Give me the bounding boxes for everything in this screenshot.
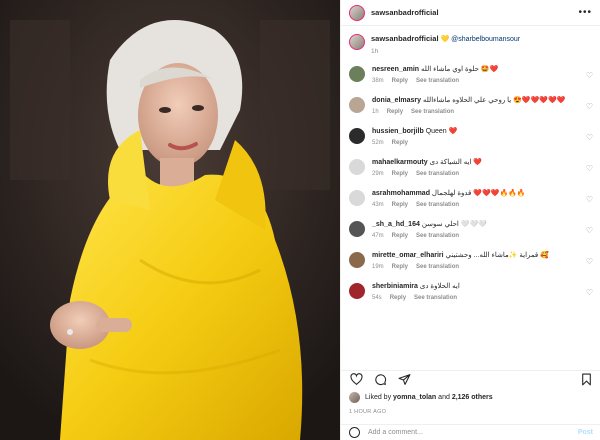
caption-mention[interactable]: @sharbelboumansour (451, 36, 520, 43)
see-translation-link[interactable]: See translation (416, 171, 459, 177)
reply-button[interactable]: Reply (387, 109, 403, 115)
commenter-avatar[interactable] (349, 221, 365, 237)
more-icon[interactable]: ••• (578, 7, 592, 18)
comment-heart-icon[interactable]: ♡ (583, 102, 593, 124)
post-side-panel: sawsanbadrofficial ••• sawsanbadrofficia… (340, 0, 600, 440)
comment-time: 29m (372, 171, 384, 177)
comment-text: Queen ❤️ (425, 128, 458, 135)
list-item: sherbiniamira ايه الحلاوة دى 54s Reply See… (341, 279, 600, 310)
comment-username[interactable]: hussien_borjilb (372, 128, 424, 135)
comment-heart-icon[interactable]: ♡ (583, 71, 593, 93)
emoji-icon[interactable] (349, 427, 360, 438)
list-item: donia_elmasry يا روحي علي الحلاوه ماشاءا… (341, 93, 600, 124)
reply-button[interactable]: Reply (392, 140, 408, 146)
comment-username[interactable]: mirette_omar_elhariri (372, 252, 444, 259)
heart-icon[interactable] (349, 373, 363, 387)
see-translation-link[interactable]: See translation (416, 264, 459, 270)
commenter-avatar[interactable] (349, 283, 365, 299)
comment-time: 1h (372, 109, 379, 115)
reply-button[interactable]: Reply (392, 202, 408, 208)
reply-button[interactable]: Reply (390, 295, 406, 301)
comment-heart-icon[interactable]: ♡ (583, 257, 593, 279)
see-translation-link[interactable]: See translation (414, 295, 457, 301)
comment-username[interactable]: donia_elmasry (372, 97, 421, 104)
add-comment-bar: Add a comment... Post (341, 424, 600, 440)
reply-button[interactable]: Reply (392, 78, 408, 84)
comment-username[interactable]: sherbiniamira (372, 283, 418, 290)
liker-username[interactable]: yomna_tolan (393, 394, 436, 401)
commenter-avatar[interactable] (349, 252, 365, 268)
author-avatar[interactable] (349, 4, 365, 21)
list-item: mahaelkarmouty ايه الشياكة دى ❤️ 29m Repl… (341, 155, 600, 186)
liker-avatar[interactable] (349, 392, 360, 403)
comment-icon[interactable] (373, 373, 387, 387)
comment-username[interactable]: mahaelkarmouty (372, 159, 428, 166)
reply-button[interactable]: Reply (392, 264, 408, 270)
comment-text: ايه الشياكة دى ❤️ (429, 159, 483, 166)
list-item: hussien_borjilb Queen ❤️ 52m Reply ♡ (341, 124, 600, 155)
comment-text: يا روحي علي الحلاوه ماشاءالله 😍❤️❤️❤️❤️❤… (422, 97, 566, 104)
see-translation-link[interactable]: See translation (416, 202, 459, 208)
list-item: nesreen_amin حلوة اوي ماشاء الله 🤩❤️ 38m… (341, 62, 600, 93)
comment-username[interactable]: nesreen_amin (372, 66, 419, 73)
list-item: asrahmohammad قدوة لهلجمال ❤️❤️❤️🔥🔥🔥 43m… (341, 186, 600, 217)
comment-heart-icon[interactable]: ♡ (583, 164, 593, 186)
comment-input[interactable]: Add a comment... (368, 429, 423, 436)
comment-text: احلي سوسن 🤍🤍🤍 (421, 221, 487, 228)
comment-list[interactable]: nesreen_amin حلوة اوي ماشاء الله 🤩❤️ 38m… (341, 62, 600, 364)
see-translation-link[interactable]: See translation (416, 78, 459, 84)
comment-heart-icon[interactable]: ♡ (583, 195, 593, 217)
comment-time: 52m (372, 140, 384, 146)
comment-time: 38m (372, 78, 384, 84)
post-photo[interactable] (0, 0, 340, 440)
comment-heart-icon[interactable]: ♡ (583, 226, 593, 248)
action-bar (341, 370, 600, 388)
caption: sawsanbadrofficial 💛 @sharbelboumansour … (341, 26, 600, 59)
likes-summary: Liked by yomna_tolan and 2,126 others (349, 392, 493, 403)
comment-time: 54s (372, 295, 382, 301)
caption-username[interactable]: sawsanbadrofficial (371, 34, 439, 43)
bookmark-icon[interactable] (579, 373, 593, 387)
likes-others[interactable]: 2,126 others (452, 394, 493, 401)
comment-username[interactable]: _sh_a_hd_164 (372, 221, 420, 228)
comment-heart-icon[interactable]: ♡ (583, 133, 593, 155)
caption-age: 1h (371, 48, 379, 55)
list-item: _sh_a_hd_164 احلي سوسن 🤍🤍🤍 47m Reply See t… (341, 217, 600, 248)
commenter-avatar[interactable] (349, 159, 365, 175)
comment-text: حلوة اوي ماشاء الله 🤩❤️ (421, 66, 499, 73)
comment-time: 47m (372, 233, 384, 239)
commenter-avatar[interactable] (349, 66, 365, 82)
comment-text: قمراية ✨ماشاء الله... وحشتيني 🥰 (445, 252, 549, 259)
instagram-post-window: sawsanbadrofficial ••• sawsanbadrofficia… (0, 0, 600, 440)
comment-heart-icon[interactable]: ♡ (583, 288, 593, 310)
post-comment-button[interactable]: Post (578, 429, 593, 436)
comment-time: 19m (372, 264, 384, 270)
author-username[interactable]: sawsanbadrofficial (371, 8, 439, 17)
post-timestamp: 1 HOUR AGO (349, 409, 387, 415)
share-icon[interactable] (397, 373, 411, 387)
reply-button[interactable]: Reply (392, 171, 408, 177)
caption-avatar[interactable] (349, 34, 365, 50)
caption-heart: 💛 (440, 36, 450, 43)
list-item: mirette_omar_elhariri قمراية ✨ماشاء الله… (341, 248, 600, 279)
reply-button[interactable]: Reply (392, 233, 408, 239)
comment-text: ايه الحلاوة دى (419, 283, 460, 290)
see-translation-link[interactable]: See translation (416, 233, 459, 239)
likes-prefix: Liked by (365, 394, 392, 401)
commenter-avatar[interactable] (349, 190, 365, 206)
commenter-avatar[interactable] (349, 128, 365, 144)
post-header: sawsanbadrofficial ••• (341, 0, 600, 26)
portrait-image (0, 0, 340, 440)
likes-connector: and (438, 394, 450, 401)
comment-username[interactable]: asrahmohammad (372, 190, 430, 197)
commenter-avatar[interactable] (349, 97, 365, 113)
comment-time: 43m (372, 202, 384, 208)
comment-text: قدوة لهلجمال ❤️❤️❤️🔥🔥🔥 (431, 190, 526, 197)
see-translation-link[interactable]: See translation (411, 109, 454, 115)
